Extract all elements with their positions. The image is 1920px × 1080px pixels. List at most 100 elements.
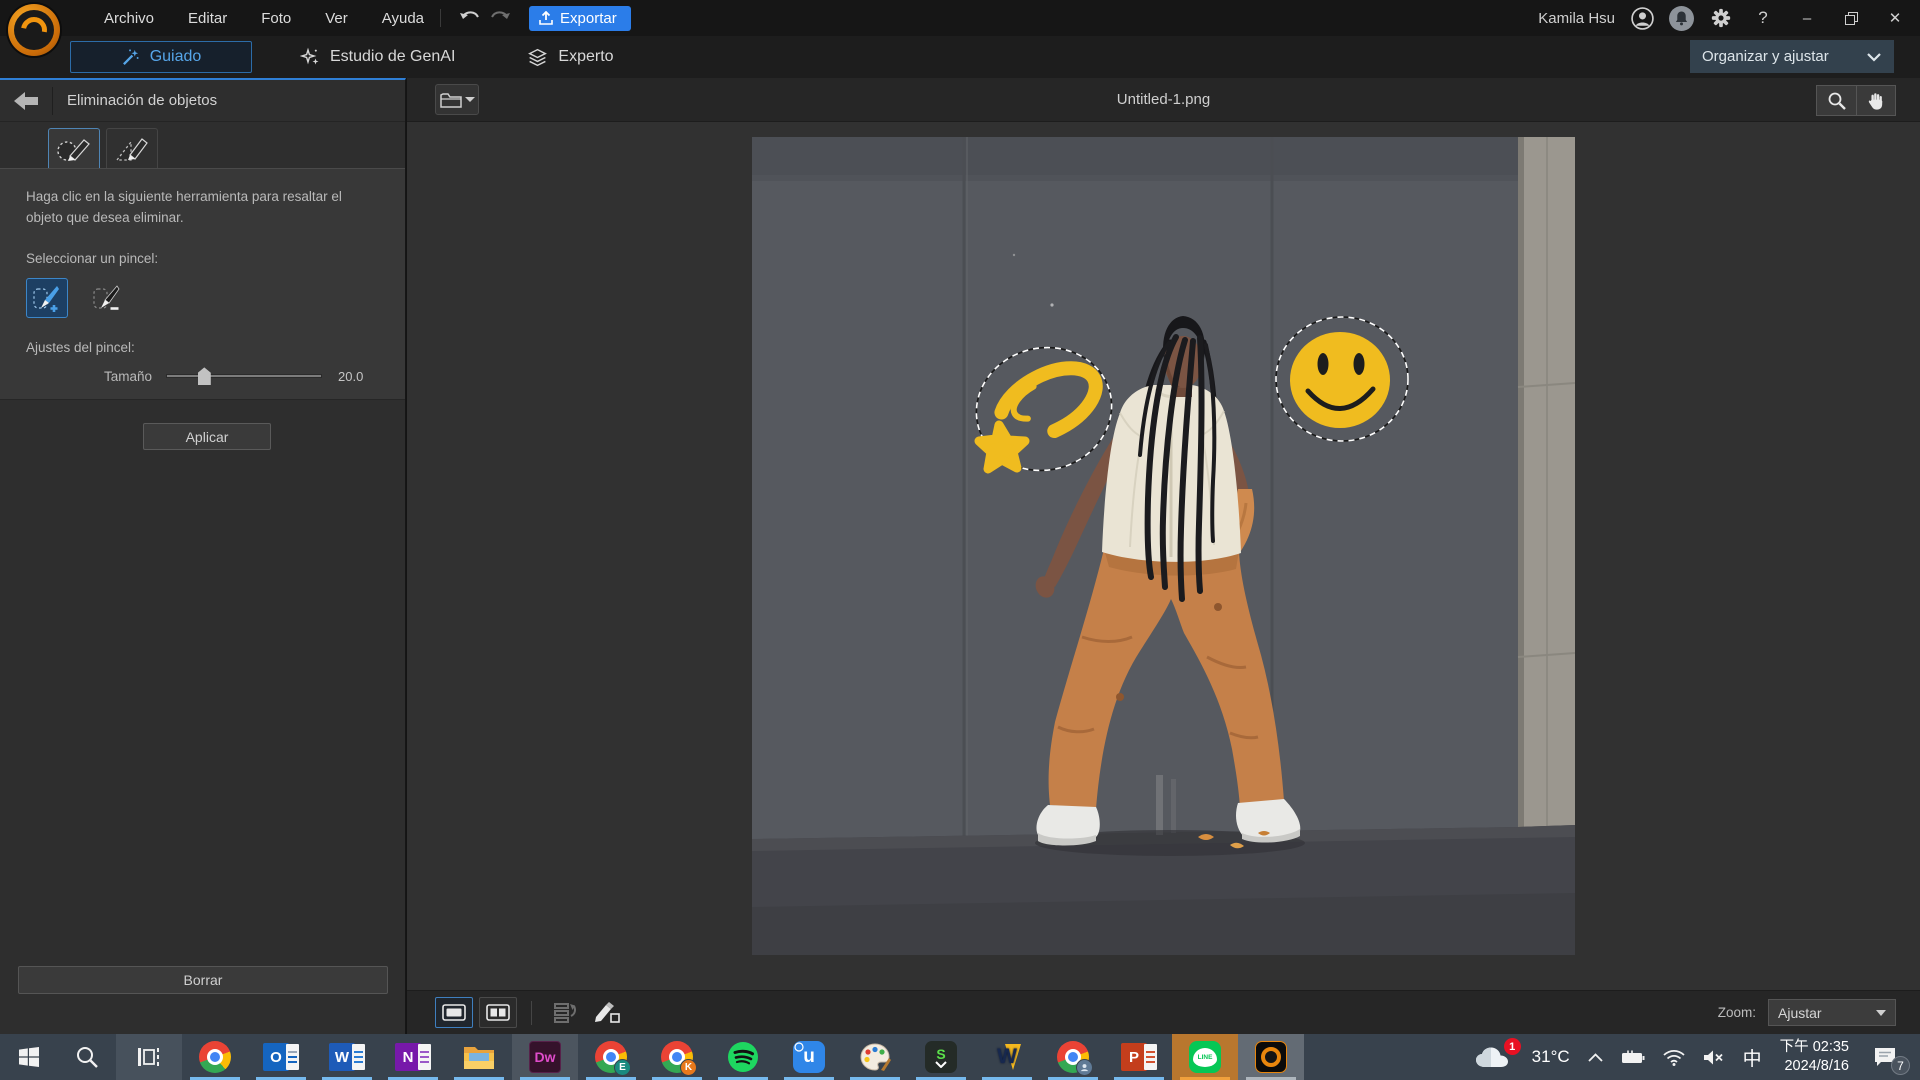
canvas-toolbar-top: Untitled-1.png [407,78,1920,122]
weather-tray-icon[interactable]: 1 [1461,1034,1523,1080]
select-brush-label: Seleccionar un pincel: [26,251,381,266]
chat-u-icon: u [793,1041,825,1073]
clock-tray[interactable]: 下午 02:35 2024/8/16 [1771,1034,1858,1080]
back-button[interactable] [0,80,52,122]
layers-arrow-icon [553,1002,579,1024]
restore-icon [1845,12,1858,25]
folder-icon [440,91,462,109]
add-brush-button[interactable] [26,278,68,318]
hand-icon [1866,91,1886,111]
taskbar-app-w[interactable]: W [974,1034,1040,1080]
ime-indicator[interactable]: 中 [1734,1034,1771,1080]
chat-bubble-icon [794,1042,804,1052]
folder-dropdown-arrow [465,97,475,102]
user-name: Kamila Hsu [1538,10,1615,27]
menu-ver[interactable]: Ver [325,10,348,27]
taskbar-app-file-explorer[interactable] [446,1034,512,1080]
zoom-select[interactable]: Ajustar [1768,999,1896,1026]
canvas-nav-buttons [1816,85,1896,116]
action-center-button[interactable]: 7 [1858,1034,1912,1080]
tab-selection-brush[interactable] [48,128,100,168]
clear-button[interactable]: Borrar [18,966,388,994]
taskbar-app-line[interactable]: LINE [1172,1034,1238,1080]
redo-button[interactable] [485,6,515,30]
wifi-tray-icon[interactable] [1654,1034,1694,1080]
tab-guiado[interactable]: Guiado [70,41,252,73]
single-view-button[interactable] [435,997,473,1028]
minimize-button[interactable]: – [1792,4,1822,32]
back-arrow-icon [12,91,40,111]
battery-tray-icon[interactable] [1612,1034,1654,1080]
paintshop-pro-icon [1255,1041,1287,1073]
battery-charging-icon [1621,1050,1645,1064]
start-button[interactable] [0,1034,58,1080]
tab-experto[interactable]: Experto [527,47,613,68]
apply-button[interactable]: Aplicar [143,423,271,450]
restore-button[interactable] [1836,4,1866,32]
remove-brush-button[interactable] [86,278,128,318]
redo-icon [489,10,511,26]
dreamweaver-icon: Dw [529,1041,561,1073]
tab-edge-brush[interactable] [106,128,158,168]
volume-muted-icon[interactable] [1694,1034,1734,1080]
taskbar-app-snagit[interactable]: S [908,1034,974,1080]
organize-adjust-dropdown[interactable]: Organizar y ajustar [1690,40,1894,73]
edge-brush-icon [114,136,150,162]
menu-foto[interactable]: Foto [261,10,291,27]
taskbar-app-spotify[interactable] [710,1034,776,1080]
snagit-chevron-icon [935,1061,947,1068]
task-view-button[interactable] [116,1034,182,1080]
taskbar-app-dreamweaver[interactable]: Dw [512,1034,578,1080]
account-button[interactable] [1629,5,1655,31]
user-avatar-icon [1630,6,1655,31]
taskbar-app-onenote[interactable]: N [380,1034,446,1080]
edit-brush-button[interactable] [586,997,626,1028]
size-slider[interactable] [166,374,322,378]
temperature-readout[interactable]: 31°C [1523,1034,1579,1080]
tray-expand-button[interactable] [1579,1034,1612,1080]
photo-image[interactable] [752,137,1575,955]
w-app-icon: W [991,1042,1023,1072]
pan-tool-button[interactable] [1856,85,1896,116]
split-view-button[interactable] [479,997,517,1028]
open-file-button[interactable] [435,84,479,115]
menu-editar[interactable]: Editar [188,10,227,27]
taskbar-app-outlook[interactable]: O [248,1034,314,1080]
taskbar-app-powerpoint[interactable]: P [1106,1034,1172,1080]
panel-title: Eliminación de objetos [67,92,217,109]
size-slider-thumb[interactable] [198,367,211,385]
zoom-value: Ajustar [1778,1005,1822,1021]
menu-ayuda[interactable]: Ayuda [382,10,424,27]
canvas-viewport[interactable] [407,123,1920,990]
sparkles-icon [300,47,320,67]
undo-button[interactable] [455,6,485,30]
taskbar-app-chat-u[interactable]: u [776,1034,842,1080]
tab-genai-studio[interactable]: Estudio de GenAI [300,47,455,67]
menu-bar: Archivo Editar Foto Ver Ayuda [104,10,424,27]
taskbar-search-button[interactable] [58,1034,116,1080]
notifications-button[interactable] [1669,6,1694,31]
taskbar-app-word[interactable]: W [314,1034,380,1080]
menu-archivo[interactable]: Archivo [104,10,154,27]
zoom-tool-button[interactable] [1816,85,1856,116]
corel-logo[interactable] [8,4,60,56]
spotify-icon [727,1041,759,1073]
chrome-profile-icon [1057,1041,1089,1073]
export-button[interactable]: Exportar [529,6,631,31]
taskbar-app-paintshop-pro[interactable] [1238,1034,1304,1080]
taskbar-app-chrome-profile[interactable] [1040,1034,1106,1080]
close-button[interactable]: ✕ [1880,4,1910,32]
pencil-edit-icon [592,1001,620,1025]
help-button[interactable]: ? [1748,4,1778,32]
titlebar-right: Kamila Hsu [1538,0,1910,36]
layers-icon [527,47,548,68]
sticker-smiley[interactable] [1276,317,1408,441]
taskbar-app-chrome-e[interactable]: E [578,1034,644,1080]
profile-badge-person [1076,1059,1093,1076]
taskbar-app-paint[interactable] [842,1034,908,1080]
taskbar-app-chrome-k[interactable]: K [644,1034,710,1080]
wifi-icon [1663,1049,1685,1066]
taskbar-app-chrome[interactable] [182,1034,248,1080]
onenote-icon: N [395,1043,431,1071]
settings-button[interactable] [1708,5,1734,31]
